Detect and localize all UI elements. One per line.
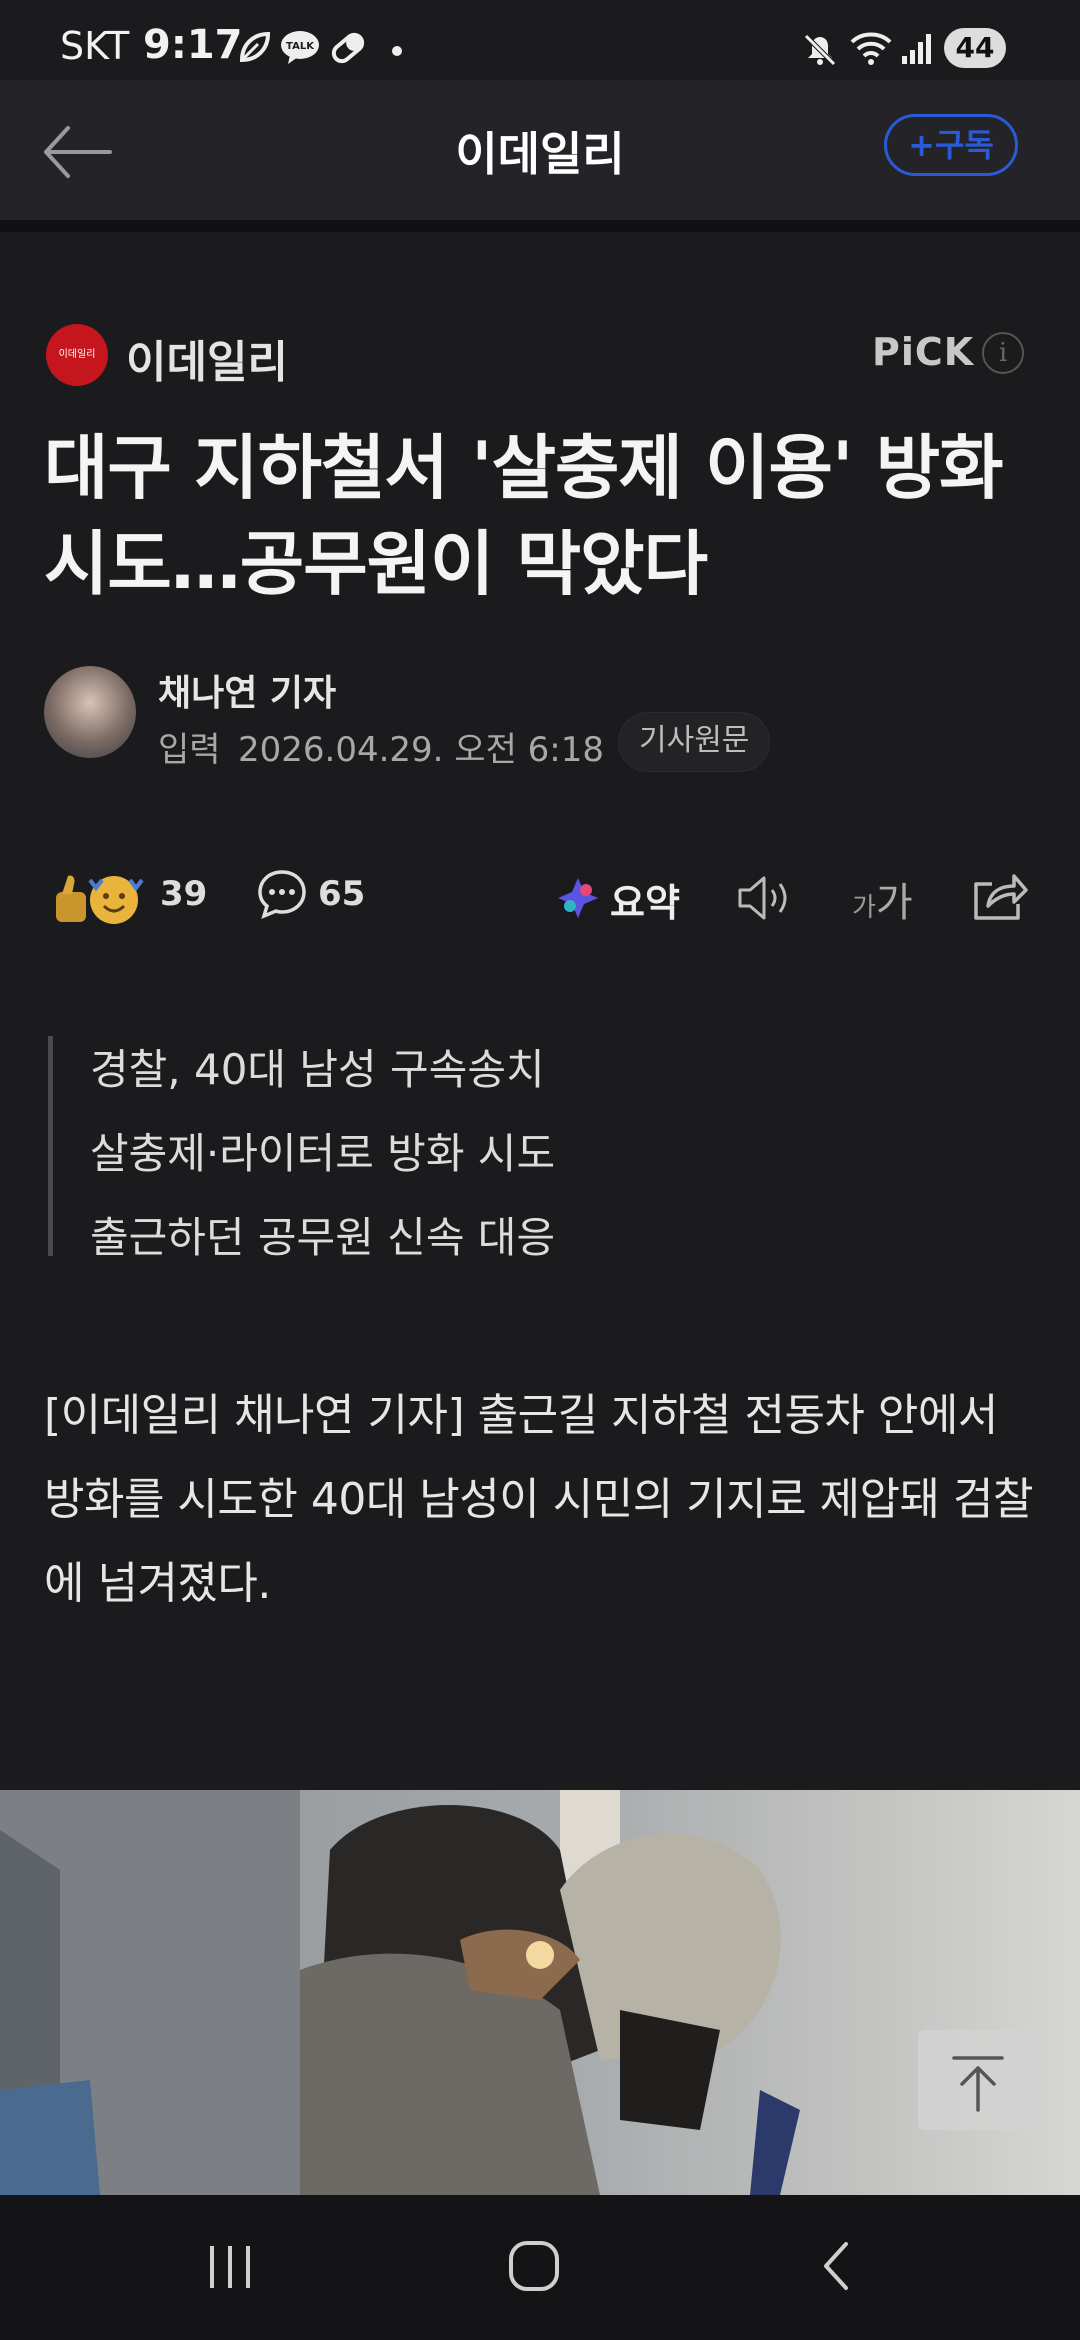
pill-icon bbox=[331, 32, 365, 64]
summary-button[interactable]: 요약 bbox=[610, 872, 680, 927]
reporter-avatar[interactable] bbox=[44, 666, 136, 758]
talk-icon: TALK bbox=[281, 31, 319, 64]
app-bar-divider bbox=[0, 220, 1080, 232]
reaction-emoji-icon[interactable] bbox=[50, 870, 150, 926]
nav-back-icon[interactable] bbox=[816, 2238, 856, 2294]
article-photo[interactable] bbox=[0, 1790, 1080, 2195]
info-icon[interactable]: i bbox=[982, 332, 1024, 374]
home-icon[interactable] bbox=[506, 2238, 562, 2294]
subscribe-button[interactable]: +구독 bbox=[884, 114, 1018, 176]
font-small-glyph: 가 bbox=[852, 893, 876, 923]
article-headline: 대구 지하철서 '살충제 이용' 방화 시도…공무원이 막았다 bbox=[44, 427, 1004, 605]
summary-line: 출근하던 공무원 신속 대응 bbox=[90, 1213, 556, 1262]
carrier-label: SKT bbox=[60, 24, 130, 68]
battery-indicator: 44 bbox=[944, 28, 1006, 68]
wifi-icon bbox=[850, 32, 892, 65]
publisher-logo[interactable]: 이데일리 bbox=[46, 324, 108, 386]
clock: 9:17 bbox=[143, 22, 243, 68]
input-label: 입력 bbox=[158, 730, 221, 770]
summary-quote-bar bbox=[48, 1036, 53, 1256]
reaction-count[interactable]: 39 bbox=[160, 874, 207, 914]
comment-count[interactable]: 65 bbox=[318, 874, 365, 914]
ai-summary-icon[interactable] bbox=[556, 876, 600, 920]
publish-date: 2026.04.29. 오전 6:18 bbox=[238, 730, 605, 770]
mute-icon bbox=[804, 34, 836, 66]
original-article-button[interactable]: 기사원문 bbox=[618, 712, 771, 772]
svg-text:TALK: TALK bbox=[286, 41, 315, 52]
font-size-button[interactable]: 가가 bbox=[852, 870, 913, 928]
article-body: [이데일리 채나연 기자] 출근길 지하철 전동차 안에서 방화를 시도한 40… bbox=[44, 1390, 1033, 1609]
recent-apps-icon[interactable] bbox=[204, 2240, 256, 2292]
speaker-icon[interactable] bbox=[736, 870, 796, 926]
leaf-icon bbox=[239, 31, 271, 63]
scroll-to-top-button[interactable] bbox=[918, 2030, 1038, 2130]
signal-icon bbox=[902, 34, 931, 64]
dot-icon bbox=[392, 46, 402, 56]
photo-scene bbox=[0, 1790, 800, 2195]
summary-line: 살충제·라이터로 방화 시도 bbox=[90, 1129, 556, 1178]
reporter-name[interactable]: 채나연 기자 bbox=[158, 664, 336, 716]
publisher-name[interactable]: 이데일리 bbox=[126, 326, 288, 390]
share-icon[interactable] bbox=[970, 868, 1028, 924]
summary-line: 경찰, 40대 남성 구속송치 bbox=[90, 1045, 545, 1094]
pick-badge: PiCK bbox=[872, 330, 975, 374]
comment-icon[interactable] bbox=[256, 868, 308, 920]
font-large-glyph: 가 bbox=[875, 880, 913, 926]
